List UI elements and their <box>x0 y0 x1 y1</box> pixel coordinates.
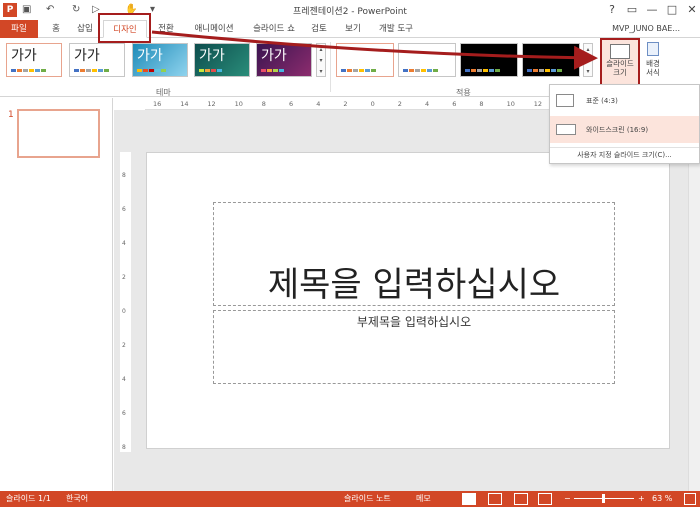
zoom-percent[interactable]: 63 % <box>652 491 672 507</box>
ruler-tick-label: 4 <box>122 240 126 247</box>
format-background-icon <box>647 42 659 56</box>
ruler-tick-label: 8 <box>122 172 126 179</box>
ruler-tick-label: 8 <box>261 100 266 108</box>
title-placeholder[interactable]: 제목을 입력하십시오 <box>213 202 615 306</box>
slide-size-icon <box>610 44 630 59</box>
slide-count: 슬라이드 1/1 <box>6 494 51 503</box>
slide-size-menu: 표준 (4:3) 와이드스크린 (16:9) 사용자 지정 슬라이드 크기(C)… <box>549 84 700 164</box>
theme-5[interactable]: 가가 <box>256 43 312 77</box>
ruler-tick-label: 8 <box>479 100 484 108</box>
comments-button[interactable]: 메모 <box>416 491 431 507</box>
slide-thumbnails-pane: 1 <box>0 98 113 491</box>
zoom-slider-thumb[interactable] <box>602 494 605 503</box>
ruler-tick-label: 2 <box>397 100 402 108</box>
ruler-tick-label: 6 <box>452 100 457 108</box>
slide-size-button[interactable]: 슬라이드 크기 <box>600 38 640 86</box>
status-bar: 슬라이드 1/1 한국어 슬라이드 노트 메모 − + 63 % <box>0 491 700 507</box>
ruler-tick-label: 6 <box>122 206 126 213</box>
horizontal-ruler: 1614121086420246810121416 <box>145 99 615 110</box>
theme-gallery-scroll[interactable]: ▴ ▾ ▾ <box>316 43 326 77</box>
title-placeholder-text: 제목을 입력하십시오 <box>267 265 561 305</box>
theme-3[interactable]: 가가 <box>132 43 188 77</box>
theme-4[interactable]: 가가 <box>194 43 250 77</box>
ruler-tick-label: 4 <box>316 100 321 108</box>
help-button[interactable]: ? <box>604 2 620 18</box>
variant-group-label: 적용 <box>456 88 471 97</box>
tab-insert[interactable]: 삽입 <box>72 20 98 38</box>
zoom-out-button[interactable]: − <box>564 491 571 507</box>
slide-canvas[interactable]: 제목을 입력하십시오 부제목을 입력하십시오 <box>146 152 670 449</box>
slide-size-label: 슬라이드 크기 <box>606 59 634 77</box>
format-background-label: 배경 서식 <box>646 59 660 77</box>
ruler-tick-label: 0 <box>122 308 126 315</box>
ruler-tick-label: 8 <box>122 444 126 451</box>
tab-review[interactable]: 검토 <box>306 20 332 38</box>
tab-developer[interactable]: 개발 도구 <box>372 20 420 38</box>
thumbnail-number: 1 <box>8 110 14 120</box>
ruler-tick-label: 10 <box>234 100 243 108</box>
vertical-ruler: 8 6 4 2 0 2 4 6 8 <box>120 152 131 452</box>
close-button[interactable]: ✕ <box>684 2 700 18</box>
ruler-tick-label: 4 <box>425 100 430 108</box>
ruler-tick-label: 16 <box>153 100 162 108</box>
ruler-tick-label: 2 <box>122 274 126 281</box>
ruler-tick-label: 6 <box>289 100 294 108</box>
format-background-button[interactable]: 배경 서식 <box>642 40 664 86</box>
notes-button[interactable]: 슬라이드 노트 <box>344 491 391 507</box>
variant-2[interactable] <box>398 43 456 77</box>
theme-sample-text: 가가 <box>11 48 37 64</box>
theme-2[interactable]: 가가 <box>69 43 125 77</box>
theme-group-label: 테마 <box>156 88 171 97</box>
user-account-name[interactable]: MVP_JUNO BAE... <box>612 24 680 33</box>
menu-item-custom-size[interactable]: 사용자 지정 슬라이드 크기(C)... <box>550 147 699 162</box>
ruler-tick-label: 12 <box>207 100 216 108</box>
subtitle-placeholder[interactable]: 부제목을 입력하십시오 <box>213 310 615 384</box>
fit-to-window-icon[interactable] <box>684 493 696 505</box>
theme-sample-text: 가가 <box>261 48 287 64</box>
ruler-tick-label: 4 <box>122 376 126 383</box>
ruler-tick-label: 14 <box>180 100 189 108</box>
vertical-scrollbar[interactable] <box>688 110 700 491</box>
slide-sorter-icon[interactable] <box>488 493 502 505</box>
menu-item-standard-label: 표준 (4:3) <box>586 97 618 105</box>
theme-office[interactable]: 가가 <box>6 43 62 77</box>
ruler-tick-label: 2 <box>343 100 348 108</box>
tab-transitions[interactable]: 전환 <box>152 20 180 38</box>
tab-file[interactable]: 파일 <box>0 20 38 38</box>
normal-view-icon[interactable] <box>462 493 476 505</box>
theme-sample-text: 가가 <box>137 48 163 64</box>
tab-slideshow[interactable]: 슬라이드 쇼 <box>248 20 300 38</box>
ruler-tick-label: 2 <box>122 342 126 349</box>
variant-gallery-scroll[interactable]: ▴ ▾ ▾ <box>583 43 593 77</box>
slide-thumbnail[interactable] <box>17 109 100 158</box>
tab-animations[interactable]: 애니메이션 <box>186 20 242 38</box>
theme-sample-text: 가가 <box>199 48 225 64</box>
subtitle-placeholder-text: 부제목을 입력하십시오 <box>356 315 472 329</box>
menu-item-widescreen[interactable]: 와이드스크린 (16:9) <box>550 116 699 143</box>
maximize-button[interactable]: □ <box>664 2 680 18</box>
group-divider <box>330 42 331 92</box>
minimize-button[interactable]: — <box>644 2 660 18</box>
zoom-in-button[interactable]: + <box>638 491 645 507</box>
tab-view[interactable]: 보기 <box>340 20 366 38</box>
ruler-tick-label: 12 <box>533 100 543 108</box>
slideshow-view-icon[interactable] <box>538 493 552 505</box>
menu-item-widescreen-label: 와이드스크린 (16:9) <box>586 126 649 134</box>
tab-home[interactable]: 홈 <box>44 20 68 38</box>
ribbon-display-options-button[interactable]: ▭ <box>624 2 640 18</box>
language-indicator[interactable]: 한국어 <box>66 491 88 507</box>
widescreen-ratio-icon <box>556 124 576 135</box>
design-tab-annotation-box <box>98 13 151 43</box>
ruler-tick-label: 6 <box>122 410 126 417</box>
ruler-tick-label: 0 <box>370 100 375 108</box>
standard-ratio-icon <box>556 94 574 107</box>
variant-4[interactable] <box>522 43 580 77</box>
variant-1[interactable] <box>336 43 394 77</box>
ruler-tick-label: 10 <box>506 100 515 108</box>
variant-3[interactable] <box>460 43 518 77</box>
menu-item-standard[interactable]: 표준 (4:3) <box>550 87 699 114</box>
theme-sample-text: 가가 <box>74 48 100 64</box>
reading-view-icon[interactable] <box>514 493 528 505</box>
